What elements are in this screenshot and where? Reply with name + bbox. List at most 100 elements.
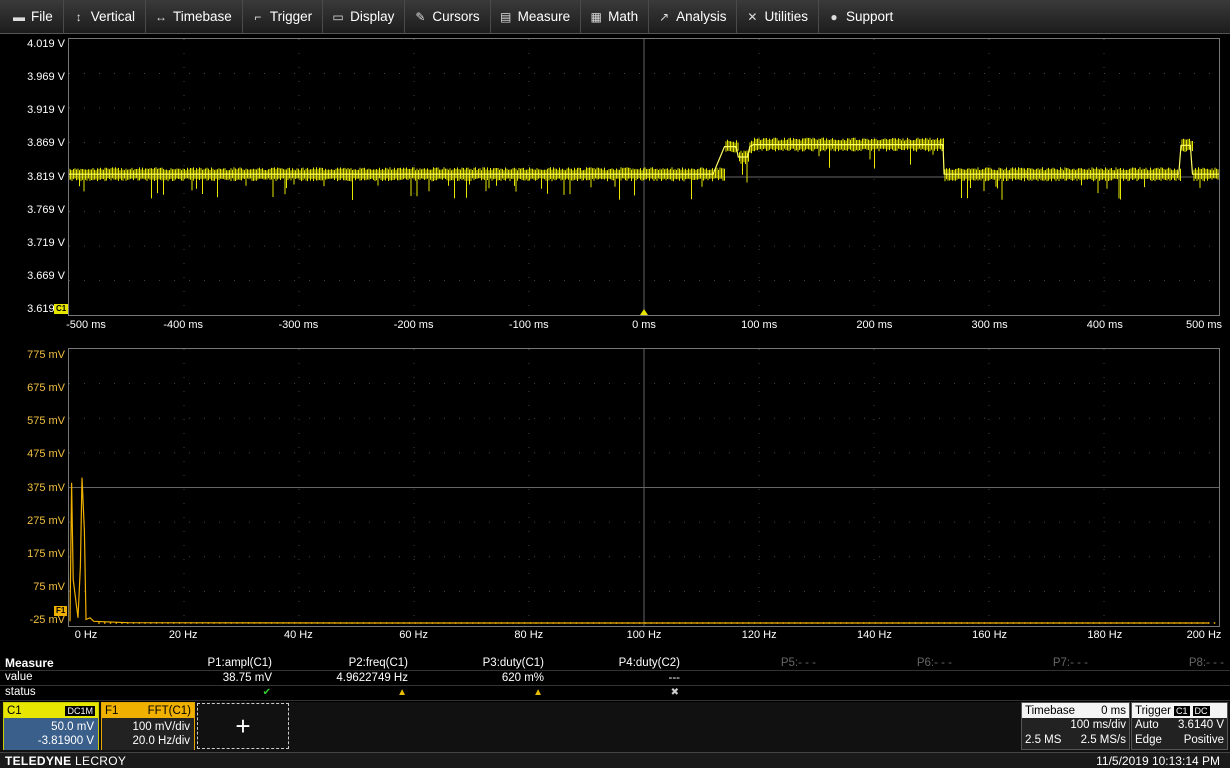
f1-sample-dot <box>293 622 296 624</box>
param-name[interactable]: P4:duty(C2) <box>619 657 680 669</box>
x-tick-label: 400 ms <box>1086 319 1123 331</box>
param-name[interactable]: P3:duty(C1) <box>483 657 544 669</box>
menu-measure[interactable]: ▤ Measure <box>491 0 582 34</box>
add-trace-button[interactable]: + <box>197 703 289 749</box>
f1-sample-dot <box>1207 622 1210 624</box>
f1-sample-dot <box>483 622 486 624</box>
f1-sample-dot <box>1202 622 1204 624</box>
menu-vertical[interactable]: ↕ Vertical <box>64 0 147 34</box>
y-tick-label: 575 mV <box>27 415 65 428</box>
f1-sample-dot <box>880 622 882 624</box>
f1-sample-dot <box>1144 622 1147 624</box>
f1-sample-dot <box>1023 622 1026 624</box>
menu-math[interactable]: ▦ Math <box>581 0 650 34</box>
f1-math-descriptor[interactable]: F1 FFT(C1) 100 mV/div 20.0 Hz/div <box>101 702 195 750</box>
measure-title: Measure <box>5 656 54 670</box>
calculator-icon: ▦ <box>590 9 602 24</box>
warning-icon: ▲ <box>533 687 543 698</box>
x-tick-label: 180 Hz <box>1087 629 1123 641</box>
f1-sample-dot <box>972 622 974 624</box>
menu-label: Utilities <box>764 9 808 24</box>
menu-display[interactable]: ▭ Display <box>323 0 406 34</box>
y-tick-label: 4.019 V <box>27 38 65 50</box>
param-name[interactable]: P5:- - - <box>781 657 816 669</box>
f1-sample-dot <box>874 622 877 624</box>
timebase-samples: 2.5 MS <box>1025 734 1062 746</box>
param-name[interactable]: P7:- - - <box>1053 657 1088 669</box>
f1-sample-dot <box>466 622 468 624</box>
param-name[interactable]: P8:- - - <box>1189 657 1224 669</box>
f1-sample-dot <box>1092 622 1095 624</box>
f1-sample-dot <box>891 622 894 624</box>
timebase-descriptor[interactable]: Timebase 0 ms 100 ms/div 2.5 MS 2.5 MS/s <box>1021 702 1130 750</box>
f1-sample-dot <box>989 622 992 624</box>
c1-vdiv: 50.0 mV <box>51 721 94 733</box>
f1-sample-dot <box>213 622 215 624</box>
x-tick-label: -400 ms <box>163 319 204 331</box>
f1-sample-dot <box>253 622 256 624</box>
param-name[interactable]: P1:ampl(C1) <box>207 657 272 669</box>
f1-sample-dot <box>1173 622 1176 624</box>
cursor-icon: ✎ <box>415 9 426 24</box>
f1-sample-dot <box>414 622 417 624</box>
file-icon: ▬ <box>13 9 25 24</box>
f1-sample-dot <box>1104 622 1107 624</box>
date-time: 11/5/2019 10:13:14 PM <box>1096 754 1220 768</box>
f1-sample-dot <box>126 622 129 624</box>
menu-cursors[interactable]: ✎ Cursors <box>405 0 491 34</box>
menu-trigger[interactable]: ⌐ Trigger <box>243 0 324 34</box>
c1-trace-marker[interactable]: C1 <box>54 304 69 314</box>
f1-sample-dot <box>684 622 687 624</box>
f1-sample-dot <box>494 622 497 624</box>
f1-fft-grid[interactable] <box>68 348 1220 627</box>
menu-file[interactable]: ▬ File <box>4 0 64 34</box>
measure-value-row: value <box>0 671 1230 686</box>
f1-sample-dot <box>977 622 980 624</box>
y-tick-label: 3.919 V <box>27 104 65 117</box>
f1-sample-dot <box>581 622 583 624</box>
f1-sample-dot <box>811 622 813 624</box>
f1-sample-dot <box>1058 622 1061 624</box>
f1-sample-dot <box>1064 622 1066 624</box>
c1-waveform-grid[interactable] <box>68 38 1220 316</box>
menu-utilities[interactable]: ✕ Utilities <box>737 0 819 34</box>
f1-trace-marker[interactable]: F1 <box>54 606 68 616</box>
x-tick-label: 100 Hz <box>626 629 662 641</box>
f1-sample-dot <box>667 622 670 624</box>
f1-sample-dot <box>822 622 825 624</box>
f1-sample-dot <box>839 622 842 624</box>
c1-channel-descriptor[interactable]: C1 DC1M 50.0 mV -3.81900 V <box>3 702 99 750</box>
trigger-descriptor[interactable]: Trigger C1 DC Auto 3.6140 V Edge Positiv… <box>1131 702 1228 750</box>
menu-bar: ▬ File ↕ Vertical ↔ Timebase ⌐ Trigger ▭ Display ✎… <box>0 0 1230 34</box>
f1-sample-dot <box>512 622 514 624</box>
f1-sample-dot <box>673 622 675 624</box>
f1-sample-dot <box>753 622 756 624</box>
f1-trace-line <box>69 477 1210 624</box>
f1-sample-dot <box>776 622 779 624</box>
f1-sample-dot <box>983 622 986 624</box>
f1-sample-dot <box>598 622 601 624</box>
trigger-type: Edge <box>1135 734 1162 746</box>
f1-sample-dot <box>914 622 917 624</box>
param-value: 620 m% <box>501 672 544 684</box>
menu-timebase[interactable]: ↔ Timebase <box>146 0 243 34</box>
param-name[interactable]: P6:- - - <box>917 657 952 669</box>
c1-label: C1 <box>7 704 22 717</box>
f1-sample-dot <box>903 622 905 624</box>
f1-sample-dot <box>770 622 773 624</box>
menu-support[interactable]: ● Support <box>819 0 903 34</box>
menu-analysis[interactable]: ↗ Analysis <box>649 0 738 34</box>
y-tick-label: 475 mV <box>27 448 65 461</box>
f1-sample-dot <box>241 622 244 624</box>
trigger-icon: ⌐ <box>254 9 262 24</box>
f1-sample-dot <box>132 622 135 624</box>
x-tick-label: -100 ms <box>508 319 549 331</box>
f1-sample-dot <box>1196 622 1199 624</box>
x-tick-label: 500 ms <box>1185 319 1223 331</box>
f1-sample-dot <box>724 622 727 624</box>
f1-sample-dot <box>190 622 192 624</box>
y-tick-label: 75 mV <box>33 580 65 593</box>
param-name[interactable]: P2:freq(C1) <box>349 657 408 669</box>
f1-sample-dot <box>696 622 698 624</box>
y-tick-label: 675 mV <box>27 382 65 395</box>
